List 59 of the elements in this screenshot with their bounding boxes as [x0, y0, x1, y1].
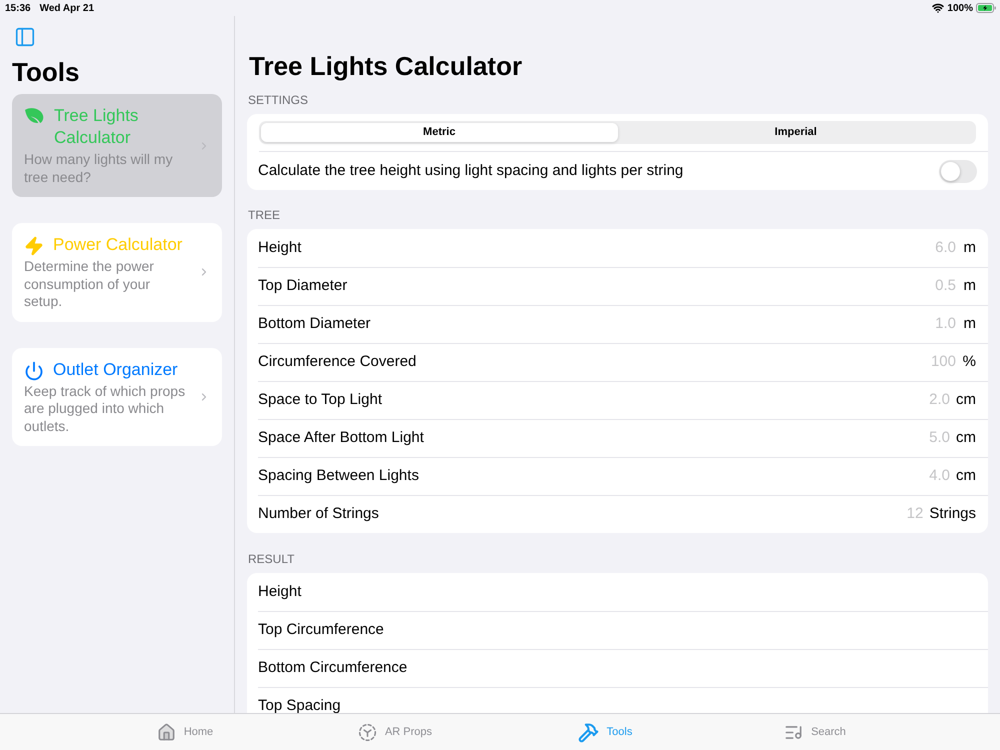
tab-bar-item[interactable]: AR Props — [290, 714, 500, 750]
input-field[interactable]: 12 — [833, 503, 924, 526]
sidebar-title: Tools — [12, 56, 80, 88]
input-field[interactable]: 0.5 — [866, 275, 956, 298]
wifi-icon — [932, 2, 944, 14]
status-time: 15:36 — [5, 2, 31, 16]
tab-bar-item[interactable]: Home — [80, 714, 290, 750]
segment-option[interactable]: Imperial — [618, 123, 974, 142]
result-label: Top Spacing — [258, 696, 341, 713]
tool-card[interactable]: Power Calculator Determine the power consumption of your setup. — [12, 223, 222, 322]
segment-option[interactable]: Metric — [261, 123, 618, 142]
house-icon — [156, 722, 176, 742]
result-label: Top Circumference — [258, 620, 384, 640]
tool-description: How many lights will my tree need? — [24, 151, 174, 186]
result-label: Bottom Circumference — [258, 658, 408, 678]
page-title: Tree Lights Calculator — [249, 50, 522, 82]
input-field[interactable]: 6.0 — [866, 236, 956, 260]
input-field[interactable]: 5.0 — [860, 427, 950, 450]
tool-description: Keep track of which props are plugged into which outlets. — [24, 382, 186, 435]
unit-label: m — [962, 276, 976, 296]
field-label: Number of Strings — [258, 504, 380, 524]
tool-card[interactable]: Tree Lights Calculator How many lights will my tree need? — [12, 94, 222, 197]
unit-label: m — [962, 238, 976, 258]
tool-title: Power Calculator — [53, 234, 182, 256]
result-label: Height — [258, 582, 302, 602]
status-date: Wed Apr 21 — [40, 2, 94, 16]
unit-label: m — [962, 314, 976, 334]
unit-label: cm — [956, 390, 976, 410]
toggle-label: Calculate the tree height using light spacing and lights per string — [258, 160, 684, 181]
unit-label: cm — [956, 466, 976, 486]
tool-card[interactable]: Outlet Organizer Keep track of which props are plugged into which outlets. — [12, 348, 222, 446]
tab-bar-item[interactable]: Search — [710, 714, 920, 750]
input-field[interactable]: 100 — [866, 351, 956, 374]
field-label: Bottom Diameter — [258, 314, 372, 334]
field-label: Space to Top Light — [258, 390, 383, 410]
unit-label: % — [962, 352, 976, 372]
ar-cube-icon — [358, 722, 377, 742]
tab-bar-item[interactable]: Tools — [500, 714, 710, 750]
battery-icon — [976, 3, 996, 13]
field-label: Space After Bottom Light — [258, 428, 425, 448]
input-field[interactable]: 4.0 — [860, 465, 950, 488]
tool-title: Outlet Organizer — [53, 358, 178, 380]
unit-label: Strings — [929, 504, 976, 524]
field-label: Circumference Covered — [258, 352, 418, 372]
input-field[interactable]: 1.0 — [866, 313, 956, 336]
sidebar-toggle-icon[interactable] — [14, 26, 36, 48]
unit-label: cm — [956, 428, 976, 448]
field-label: Top Diameter — [258, 276, 348, 296]
section-header: TREE — [247, 207, 282, 223]
input-field[interactable]: 2.0 — [860, 389, 950, 412]
tool-title: Tree Lights Calculator — [54, 105, 140, 149]
section-header: RESULT — [247, 551, 296, 567]
hammer-icon — [578, 722, 599, 742]
section-header: SETTINGS — [247, 92, 310, 108]
field-label: Spacing Between Lights — [258, 466, 420, 486]
field-label: Height — [258, 238, 302, 258]
toggle-switch[interactable] — [939, 160, 977, 182]
tool-description: Determine the power consumption of your setup. — [24, 258, 155, 310]
battery-percentage: 100% — [947, 2, 973, 16]
